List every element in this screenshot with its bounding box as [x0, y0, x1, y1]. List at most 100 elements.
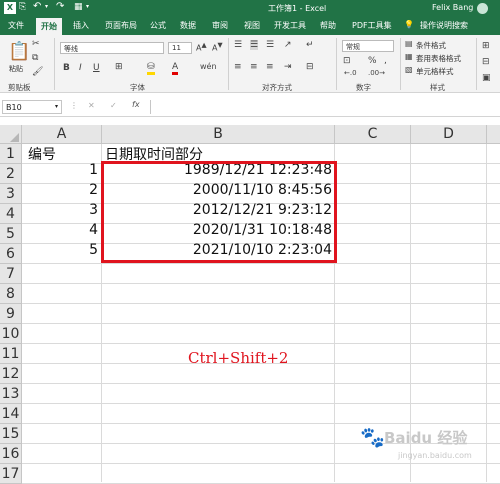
undo-icon[interactable]: ↶ — [33, 1, 41, 12]
cell-a3[interactable]: 2 — [89, 182, 98, 198]
tab-page-layout[interactable]: 页面布局 — [105, 20, 137, 31]
format-table-icon[interactable]: ▦ — [405, 52, 413, 61]
tab-file[interactable]: 文件 — [8, 20, 24, 31]
quick-access-icon[interactable]: ▦ — [74, 2, 83, 12]
insert-cells-icon[interactable]: ⊞ — [482, 41, 490, 51]
merge-center-icon[interactable]: ⊟ — [306, 62, 314, 72]
column-header-e[interactable] — [487, 125, 500, 144]
row-header-15[interactable]: 15 — [0, 424, 22, 444]
row-gridline — [22, 343, 500, 344]
font-color-icon[interactable]: A — [172, 62, 179, 75]
insert-function-icon[interactable]: fx — [132, 100, 140, 109]
avatar[interactable] — [477, 3, 488, 14]
cell-styles-icon[interactable]: ▧ — [405, 65, 413, 74]
customize-qat-icon[interactable]: ▾ — [86, 3, 89, 10]
tab-view[interactable]: 视图 — [244, 20, 260, 31]
column-header-d[interactable]: D — [411, 125, 487, 144]
row-header-11[interactable]: 11 — [0, 344, 22, 364]
decrease-decimal-icon[interactable]: .00→ — [368, 69, 385, 77]
paste-icon[interactable]: 📋 — [8, 41, 30, 62]
font-name-select[interactable]: 等线 — [60, 42, 164, 54]
align-bottom-icon[interactable]: ☰ — [266, 40, 274, 50]
cell-a1[interactable]: 编号 — [28, 144, 56, 164]
borders-icon[interactable]: ⊞ — [115, 62, 123, 72]
row-header-7[interactable]: 7 — [0, 264, 22, 284]
column-header-a[interactable]: A — [22, 125, 102, 144]
column-header-c[interactable]: C — [335, 125, 411, 144]
italic-icon[interactable]: I — [79, 63, 82, 73]
currency-icon[interactable]: ⊡ — [343, 56, 351, 66]
percent-icon[interactable]: % — [368, 56, 377, 66]
undo-dropdown-icon[interactable]: ▾ — [45, 3, 48, 10]
bold-icon[interactable]: B — [63, 63, 70, 73]
row-header-17[interactable]: 17 — [0, 464, 22, 484]
cell-a5[interactable]: 4 — [89, 222, 98, 238]
font-size-select[interactable]: 11 — [168, 42, 192, 54]
enter-icon[interactable]: ✓ — [110, 101, 117, 110]
group-clipboard-label: 剪贴板 — [8, 83, 31, 92]
row-header-1[interactable]: 1 — [0, 144, 22, 164]
row-header-12[interactable]: 12 — [0, 364, 22, 384]
indent-icon[interactable]: ⇥ — [284, 62, 292, 72]
paste-label[interactable]: 粘贴 — [9, 64, 23, 74]
increase-font-icon[interactable]: A▲ — [196, 41, 207, 53]
align-middle-icon[interactable]: ☰ — [250, 40, 259, 50]
align-right-icon[interactable]: ≡ — [266, 62, 274, 72]
row-gridline — [22, 403, 500, 404]
row-header-9[interactable]: 9 — [0, 304, 22, 324]
formula-input[interactable] — [150, 100, 500, 114]
row-header-14[interactable]: 14 — [0, 404, 22, 424]
row-header-10[interactable]: 10 — [0, 324, 22, 344]
tab-pdf-tools[interactable]: PDF工具集 — [352, 20, 392, 31]
redo-icon[interactable]: ↷ — [56, 1, 64, 12]
conditional-format-button[interactable]: 条件格式 — [416, 40, 446, 51]
align-center-icon[interactable]: ≡ — [250, 62, 258, 72]
column-header-b[interactable]: B — [102, 125, 335, 144]
wrap-text-icon[interactable]: ↵ — [306, 40, 314, 50]
row-header-3[interactable]: 3 — [0, 184, 22, 204]
cell-a6[interactable]: 5 — [89, 242, 98, 258]
row-header-6[interactable]: 6 — [0, 244, 22, 264]
format-painter-icon[interactable]: 🖌 — [32, 67, 43, 77]
cut-icon[interactable]: ✂ — [32, 39, 40, 49]
comma-icon[interactable]: , — [384, 56, 387, 66]
row-header-8[interactable]: 8 — [0, 284, 22, 304]
cell-styles-button[interactable]: 单元格样式 — [416, 66, 454, 77]
tab-help[interactable]: 帮助 — [320, 20, 336, 31]
group-font-label: 字体 — [130, 83, 145, 92]
tab-review[interactable]: 审阅 — [212, 20, 228, 31]
format-cells-icon[interactable]: ▣ — [482, 73, 491, 83]
select-all-corner[interactable] — [0, 125, 22, 144]
tell-me-search[interactable]: 操作说明搜索 — [420, 20, 468, 31]
row-header-5[interactable]: 5 — [0, 224, 22, 244]
number-format-select[interactable]: 常规 — [342, 40, 394, 52]
cell-a2[interactable]: 1 — [89, 162, 98, 178]
phonetic-icon[interactable]: wén — [200, 62, 217, 71]
row-header-2[interactable]: 2 — [0, 164, 22, 184]
row-header-13[interactable]: 13 — [0, 384, 22, 404]
align-left-icon[interactable]: ≡ — [234, 62, 242, 72]
user-name[interactable]: Felix Bang — [432, 3, 473, 12]
tab-formulas[interactable]: 公式 — [150, 20, 166, 31]
increase-decimal-icon[interactable]: ←.0 — [344, 69, 357, 77]
tab-insert[interactable]: 插入 — [73, 20, 89, 31]
conditional-format-icon[interactable]: ▤ — [405, 39, 413, 48]
row-header-4[interactable]: 4 — [0, 204, 22, 224]
name-box[interactable]: B10 ▾ — [2, 100, 62, 114]
autosave-icon[interactable]: ⎘ — [19, 2, 26, 12]
format-as-table-button[interactable]: 套用表格格式 — [416, 53, 461, 64]
delete-cells-icon[interactable]: ⊟ — [482, 57, 490, 67]
tab-home[interactable]: 开始 — [36, 18, 62, 35]
row-header-16[interactable]: 16 — [0, 444, 22, 464]
align-top-icon[interactable]: ☰ — [234, 40, 242, 50]
tab-data[interactable]: 数据 — [180, 20, 196, 31]
fill-color-icon[interactable]: ⛁ — [147, 62, 155, 75]
cell-a4[interactable]: 3 — [89, 202, 98, 218]
tab-developer[interactable]: 开发工具 — [274, 20, 306, 31]
formula-bar: B10 ▾ ⋮ ✕ ✓ fx — [0, 97, 500, 117]
orientation-icon[interactable]: ↗ — [284, 40, 292, 50]
cancel-icon[interactable]: ✕ — [88, 101, 95, 110]
copy-icon[interactable]: ⧉ — [32, 53, 38, 63]
decrease-font-icon[interactable]: A▼ — [212, 41, 223, 53]
underline-icon[interactable]: U — [93, 63, 100, 73]
